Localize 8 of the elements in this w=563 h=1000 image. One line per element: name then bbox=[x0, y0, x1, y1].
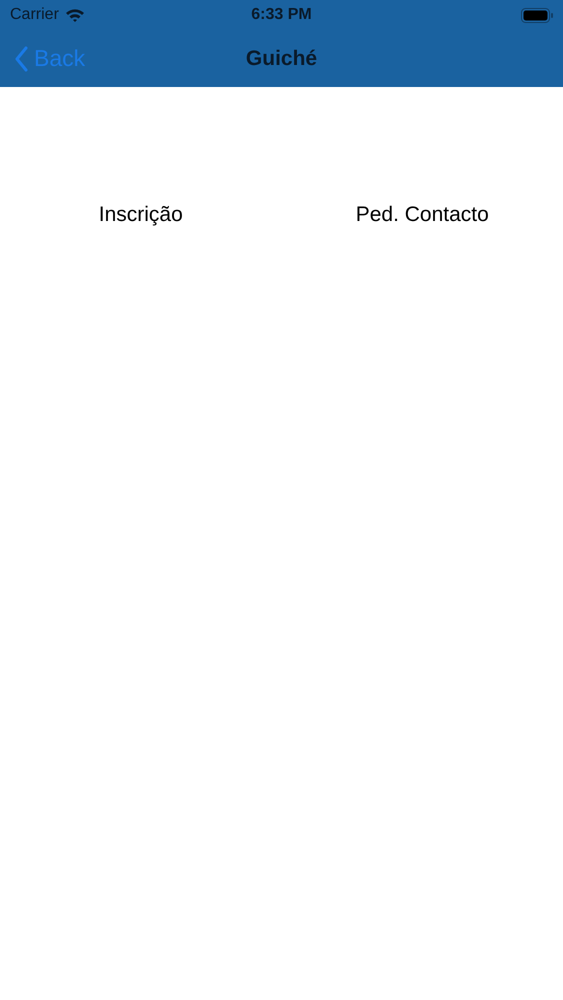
carrier-label: Carrier bbox=[10, 6, 59, 24]
chevron-left-icon bbox=[14, 46, 28, 72]
option-button[interactable]: Inscrição bbox=[94, 201, 187, 229]
option-button[interactable]: Ped. Contacto bbox=[352, 201, 493, 229]
wifi-icon bbox=[64, 8, 85, 22]
screen-title: Guiché bbox=[246, 46, 318, 70]
status-time: 6:33 PM bbox=[251, 6, 312, 24]
battery-icon bbox=[521, 8, 553, 22]
